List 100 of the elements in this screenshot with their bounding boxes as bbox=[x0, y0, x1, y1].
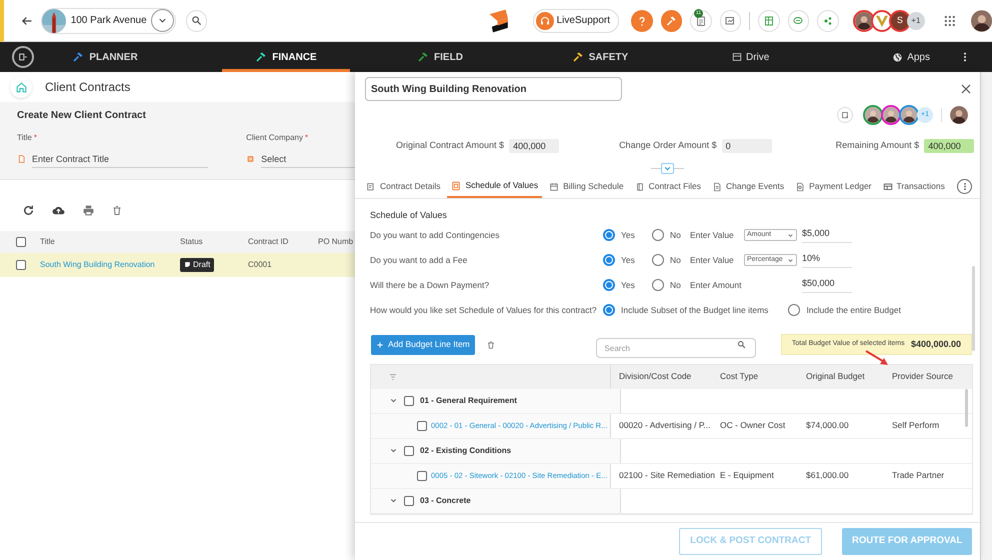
project-selector[interactable]: 100 Park Avenue bbox=[40, 8, 176, 34]
tab[interactable]: Change Events bbox=[708, 175, 788, 198]
document-icon bbox=[17, 154, 26, 164]
amount-field: 400,000 bbox=[924, 139, 974, 153]
option-label: Yes bbox=[621, 278, 635, 292]
chat-icon bbox=[792, 14, 804, 26]
scrollbar[interactable] bbox=[965, 389, 968, 427]
report-button[interactable] bbox=[720, 10, 742, 32]
chevron-down-icon bbox=[787, 256, 794, 264]
tab[interactable]: Schedule of Values bbox=[447, 175, 542, 198]
nav-link[interactable]: Apps bbox=[892, 42, 930, 72]
checkbox[interactable] bbox=[404, 396, 414, 406]
table-icon bbox=[882, 182, 893, 192]
more-button[interactable] bbox=[957, 179, 972, 194]
tab[interactable]: Contract Details bbox=[362, 175, 444, 198]
document-icon bbox=[795, 182, 806, 192]
radio-button[interactable] bbox=[603, 304, 615, 316]
table-cell-text: OC - Owner Cost bbox=[720, 419, 786, 432]
amount-label: Change Order Amount $ bbox=[619, 139, 717, 152]
trash-icon[interactable] bbox=[486, 338, 496, 350]
form-heading: Create New Client Contract bbox=[17, 109, 147, 123]
search-icon bbox=[736, 340, 746, 348]
hammer-button[interactable] bbox=[660, 10, 682, 32]
checkbox[interactable] bbox=[16, 260, 26, 270]
more-count[interactable]: +1 bbox=[906, 12, 925, 30]
value-label: Enter Value bbox=[690, 254, 735, 266]
sheet-button[interactable] bbox=[758, 10, 780, 32]
radio-button[interactable] bbox=[603, 229, 615, 241]
tab[interactable]: Payment Ledger bbox=[791, 175, 876, 198]
table-cell-text: 00020 - Advertising / P... bbox=[619, 419, 712, 432]
search-field[interactable]: Search bbox=[596, 338, 756, 358]
group-label: 03 - Concrete bbox=[420, 494, 471, 506]
help-button[interactable] bbox=[631, 10, 653, 32]
chevron-down-icon[interactable] bbox=[389, 496, 398, 505]
radio-button[interactable] bbox=[603, 254, 615, 266]
value-field[interactable]: 10% bbox=[802, 252, 852, 268]
tab[interactable]: Billing Schedule bbox=[545, 175, 628, 198]
column-header: PO Numb bbox=[318, 236, 354, 248]
checkbox[interactable] bbox=[417, 420, 427, 430]
expand-button[interactable] bbox=[661, 162, 674, 174]
tab[interactable]: Transactions bbox=[878, 175, 949, 198]
user-avatar[interactable] bbox=[970, 10, 992, 32]
close-icon[interactable] bbox=[960, 83, 972, 95]
scrollbar[interactable] bbox=[972, 266, 975, 351]
user-avatar[interactable] bbox=[950, 106, 968, 124]
chevron-down-icon bbox=[787, 232, 794, 238]
radio-button[interactable] bbox=[652, 279, 664, 291]
trash-icon[interactable] bbox=[111, 204, 123, 216]
option-label: Yes bbox=[621, 254, 635, 266]
building-icon bbox=[246, 154, 256, 164]
title-field[interactable]: South Wing Building Renovation bbox=[365, 77, 622, 101]
radio-button[interactable] bbox=[603, 279, 615, 291]
nav-link[interactable]: Drive bbox=[732, 42, 770, 72]
checkbox[interactable] bbox=[417, 470, 427, 480]
chevron-down-icon[interactable] bbox=[389, 396, 398, 405]
module-tab[interactable]: FIELD bbox=[400, 42, 480, 72]
column-header: Cost Type bbox=[720, 370, 760, 383]
checkbox[interactable] bbox=[404, 446, 414, 456]
question-label: Do you want to add Contingencies bbox=[370, 228, 500, 242]
radio-button[interactable] bbox=[788, 304, 800, 316]
column-header: Status bbox=[180, 236, 204, 248]
column-header: Division/Cost Code bbox=[619, 370, 692, 383]
table-cell-text: 02100 - Site Remediation bbox=[619, 469, 716, 482]
avatar[interactable] bbox=[863, 105, 883, 125]
table-cell-text: $61,000.00 bbox=[806, 469, 850, 482]
value-field[interactable]: $5,000 bbox=[802, 227, 852, 243]
module-tab[interactable]: FINANCE bbox=[222, 42, 350, 72]
avatar[interactable]: S bbox=[888, 10, 911, 32]
document-icon bbox=[840, 110, 850, 120]
attach-button[interactable] bbox=[837, 107, 853, 123]
input-field[interactable]: Enter Contract Title bbox=[32, 150, 208, 168]
module-tab[interactable]: SAFETY bbox=[560, 42, 640, 72]
module-tab[interactable]: PLANNER bbox=[42, 42, 168, 72]
table-cell-text: Self Perform bbox=[892, 419, 940, 432]
switch-button[interactable] bbox=[12, 46, 34, 68]
home-icon bbox=[14, 80, 28, 94]
checkbox[interactable] bbox=[404, 496, 414, 506]
search-button[interactable] bbox=[186, 10, 208, 32]
chat-button[interactable] bbox=[788, 10, 810, 32]
dropdown-button[interactable] bbox=[150, 9, 174, 32]
avatar[interactable] bbox=[881, 105, 901, 125]
required-mark: * bbox=[34, 133, 37, 142]
refresh-icon[interactable] bbox=[22, 204, 35, 216]
column-header: Provider Source bbox=[892, 370, 954, 383]
print-icon[interactable] bbox=[82, 204, 95, 216]
network-button[interactable] bbox=[817, 10, 839, 32]
value-field[interactable]: $50,000 bbox=[802, 277, 852, 293]
checkbox[interactable] bbox=[16, 237, 26, 247]
radio-button[interactable] bbox=[652, 254, 664, 266]
avatar[interactable] bbox=[870, 10, 893, 32]
drive-icon bbox=[732, 52, 742, 62]
amount-label: Original Contract Amount $ bbox=[396, 139, 504, 152]
radio-button[interactable] bbox=[652, 229, 664, 241]
tab[interactable]: Contract Files bbox=[630, 175, 706, 198]
amount-label: Remaining Amount $ bbox=[836, 139, 920, 152]
chevron-down-icon[interactable] bbox=[389, 446, 398, 455]
apps-grid-icon[interactable] bbox=[942, 14, 957, 28]
document-icon bbox=[712, 182, 722, 192]
live-support-button[interactable]: LiveSupport bbox=[532, 8, 619, 32]
table-row[interactable]: South Wing Building Renovation Draft C0001 bbox=[0, 253, 355, 277]
